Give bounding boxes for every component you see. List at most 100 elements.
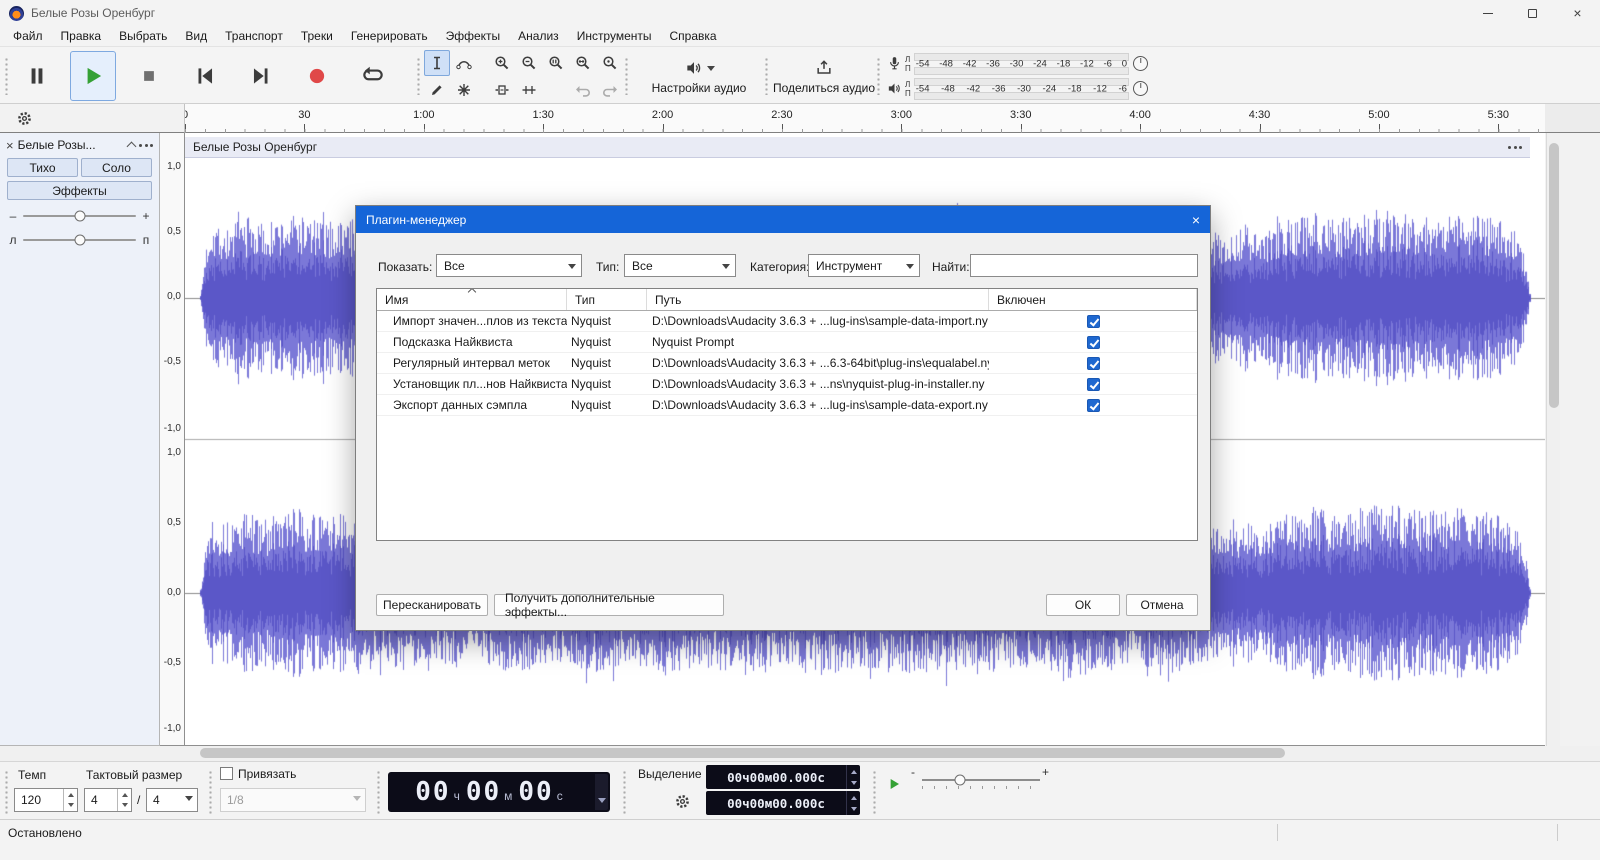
tempo-value[interactable]: 120: [15, 793, 63, 807]
track-close-button[interactable]: ×: [6, 139, 14, 152]
skip-to-end-button[interactable]: [238, 51, 284, 101]
play-at-speed-button[interactable]: [880, 770, 908, 798]
share-audio-button[interactable]: Поделиться аудио: [772, 51, 876, 101]
menu-item[interactable]: Файл: [4, 27, 52, 45]
gain-track[interactable]: [23, 215, 136, 217]
timesig-upper-spinbox[interactable]: 4: [84, 788, 132, 812]
plugin-row[interactable]: Подсказка Найквиста Nyquist Nyquist Prom…: [377, 332, 1197, 353]
playback-meter[interactable]: ЛП -54-48-42-36-30-24-18-12-6: [886, 76, 1148, 101]
selection-tool-button[interactable]: [424, 50, 450, 76]
toolbar-grip[interactable]: [416, 57, 421, 95]
time-digits[interactable]: 00: [518, 777, 553, 807]
horizontal-scrollbar-thumb[interactable]: [200, 748, 1285, 758]
clip-header[interactable]: Белые Розы Оренбург: [185, 137, 1530, 158]
toolbar-grip[interactable]: [4, 770, 9, 814]
minimize-button[interactable]: [1465, 0, 1510, 26]
selection-end-field[interactable]: 00ч00м00.000с: [706, 791, 860, 815]
show-filter-select[interactable]: Все: [436, 254, 582, 277]
dialog-titlebar[interactable]: Плагин-менеджер ×: [356, 206, 1210, 233]
menu-item[interactable]: Инструменты: [568, 27, 661, 45]
plugin-row[interactable]: Регулярный интервал меток Nyquist D:\Dow…: [377, 353, 1197, 374]
time-digits[interactable]: 00: [415, 777, 450, 807]
toolbar-grip[interactable]: [876, 57, 881, 95]
plugin-row[interactable]: Экспорт данных сэмпла Nyquist D:\Downloa…: [377, 395, 1197, 416]
column-header-type[interactable]: Тип: [567, 289, 647, 310]
menu-item[interactable]: Анализ: [509, 27, 568, 45]
tempo-spinbox[interactable]: 120: [14, 788, 78, 812]
gain-thumb[interactable]: [74, 211, 85, 222]
record-meter[interactable]: ЛП -54-48-42-36-30-24-18-12-60: [886, 51, 1148, 76]
pan-thumb[interactable]: [74, 235, 85, 246]
type-filter-select[interactable]: Все: [624, 254, 736, 277]
trim-audio-button[interactable]: [489, 77, 515, 103]
track-menu-button[interactable]: [139, 144, 153, 147]
close-button[interactable]: ×: [1555, 0, 1600, 26]
time-display[interactable]: 00ч00м00с: [388, 772, 610, 812]
selection-end-value[interactable]: 00ч00м00.000с: [706, 796, 846, 811]
menu-item[interactable]: Треки: [292, 27, 342, 45]
menu-item[interactable]: Вид: [176, 27, 216, 45]
menu-item[interactable]: Справка: [661, 27, 726, 45]
play-speed-thumb[interactable]: [954, 775, 965, 786]
clip-menu-button[interactable]: [1508, 146, 1522, 149]
tempo-spinner[interactable]: [63, 789, 77, 811]
menu-item[interactable]: Генерировать: [342, 27, 437, 45]
audio-setup-button[interactable]: Настройки аудио: [636, 51, 762, 101]
snap-checkbox-row[interactable]: Привязать: [220, 767, 296, 781]
time-digits[interactable]: 00: [466, 777, 501, 807]
column-header-enabled[interactable]: Включен: [989, 289, 1197, 310]
menu-item[interactable]: Выбрать: [110, 27, 176, 45]
pan-track[interactable]: [23, 239, 136, 241]
plugin-enabled-checkbox[interactable]: [1087, 399, 1100, 412]
stop-button[interactable]: [126, 51, 172, 101]
vertical-scrollbar[interactable]: [1546, 133, 1560, 746]
toolbar-grip[interactable]: [764, 57, 769, 95]
record-gain-knob[interactable]: [1133, 56, 1148, 71]
search-input[interactable]: [970, 254, 1198, 277]
vertical-scale-ruler[interactable]: 1,00,50,0-0,5-1,01,00,50,0-0,5-1,0: [160, 133, 185, 746]
track-collapse-icon[interactable]: [127, 142, 137, 152]
category-filter-select[interactable]: Инструмент: [808, 254, 920, 277]
vertical-scrollbar-thumb[interactable]: [1549, 143, 1559, 408]
time-format-dropdown[interactable]: [595, 774, 608, 810]
redo-button[interactable]: [597, 77, 623, 103]
multi-tool-button[interactable]: [451, 77, 477, 103]
horizontal-scrollbar[interactable]: [0, 746, 1600, 761]
selection-start-field[interactable]: 00ч00м00.000с: [706, 765, 860, 789]
menu-item[interactable]: Транспорт: [216, 27, 292, 45]
cancel-button[interactable]: Отмена: [1126, 594, 1198, 616]
plugin-enabled-checkbox[interactable]: [1087, 336, 1100, 349]
plugin-enabled-checkbox[interactable]: [1087, 378, 1100, 391]
plugin-row[interactable]: Установщик пл...нов Найквиста Nyquist D:…: [377, 374, 1197, 395]
timesig-upper-spinner[interactable]: [117, 789, 131, 811]
column-header-path[interactable]: Путь: [647, 289, 989, 310]
playback-meter-bar[interactable]: -54-48-42-36-30-24-18-12-6: [914, 78, 1129, 100]
pan-slider[interactable]: л п: [7, 232, 152, 248]
toolbar-grip[interactable]: [622, 770, 627, 814]
timeline-settings-button[interactable]: [12, 106, 36, 130]
selection-end-spinner[interactable]: [846, 791, 860, 815]
dialog-close-button[interactable]: ×: [1172, 212, 1200, 228]
toolbar-grip[interactable]: [376, 770, 381, 814]
toolbar-grip[interactable]: [4, 57, 9, 95]
plugin-row[interactable]: Импорт значен...плов из текста Nyquist D…: [377, 311, 1197, 332]
selection-start-spinner[interactable]: [846, 765, 860, 789]
selection-settings-button[interactable]: [670, 789, 694, 813]
timesig-upper-value[interactable]: 4: [85, 793, 117, 807]
toolbar-grip[interactable]: [624, 57, 629, 95]
fit-project-button[interactable]: [570, 50, 596, 76]
track-name[interactable]: Белые Розы...: [18, 138, 124, 152]
pause-button[interactable]: [14, 51, 60, 101]
zoom-in-button[interactable]: [489, 50, 515, 76]
play-speed-slider[interactable]: [922, 779, 1040, 781]
toolbar-grip[interactable]: [208, 770, 213, 814]
get-more-effects-button[interactable]: Получить дополнительные эффекты...: [494, 594, 724, 616]
record-meter-bar[interactable]: -54-48-42-36-30-24-18-12-60: [914, 53, 1129, 75]
fit-selection-button[interactable]: [543, 50, 569, 76]
maximize-button[interactable]: [1510, 0, 1555, 26]
plugin-enabled-checkbox[interactable]: [1087, 315, 1100, 328]
menu-item[interactable]: Правка: [52, 27, 111, 45]
effects-button[interactable]: Эффекты: [7, 181, 152, 200]
zoom-out-button[interactable]: [516, 50, 542, 76]
rescan-button[interactable]: Пересканировать: [376, 594, 488, 616]
